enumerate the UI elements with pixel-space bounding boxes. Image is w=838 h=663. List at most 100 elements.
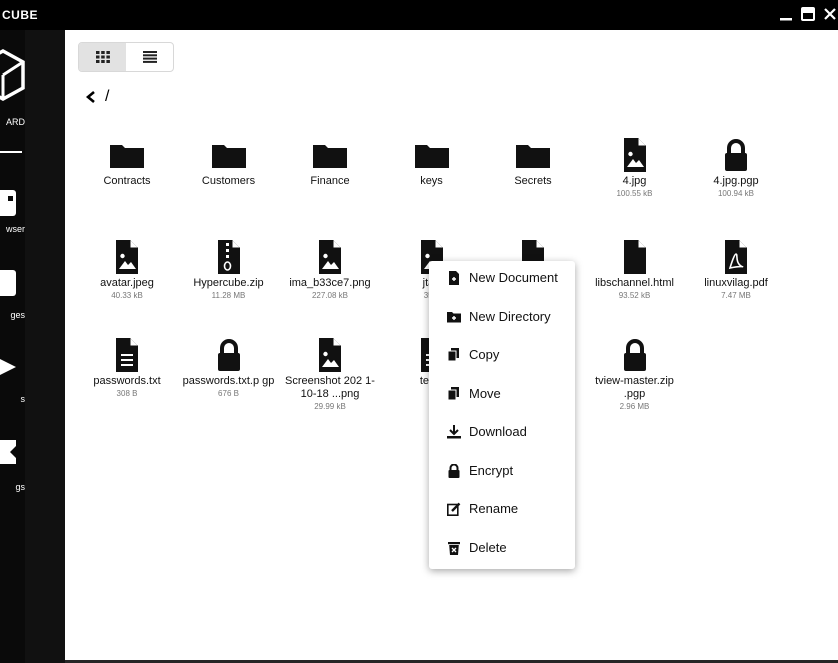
settings-icon [0, 440, 16, 464]
file-name: passwords.txt.p gp [182, 375, 275, 387]
menu-item-new-document[interactable]: New Document [429, 263, 575, 293]
menu-item-label: Rename [469, 501, 519, 516]
file-browser-panel: / Contracts Customers Finance keys Secrets 4.… [65, 30, 838, 660]
minimize-icon[interactable] [778, 5, 794, 23]
grid-view-icon [95, 51, 110, 63]
grid-view-button[interactable] [79, 43, 126, 71]
folder-item[interactable]: keys [382, 138, 482, 189]
download-icon [447, 425, 461, 439]
folder-icon [211, 145, 246, 168]
close-icon[interactable] [822, 5, 838, 23]
sidebar-item-label: ARD [5, 117, 25, 127]
menu-item-encrypt[interactable]: Encrypt [429, 456, 575, 486]
file-item[interactable]: libschannel.html 93.52 kB [585, 240, 685, 301]
file-name: 4.jpg [622, 175, 647, 187]
file-size: 11.28 MB [211, 291, 246, 300]
sidebar: ARD wser ges s gs [0, 30, 25, 663]
file-size: 100.55 kB [616, 189, 653, 198]
sidebar-item-label: ges [10, 310, 25, 320]
maximize-icon[interactable] [800, 5, 816, 23]
file-name: libschannel.html [595, 277, 674, 289]
image-file-icon [116, 240, 138, 274]
file-item[interactable]: linuxvilag.pdf 7.47 MB [686, 240, 786, 301]
folder-item[interactable]: Contracts [77, 138, 177, 189]
image-file-icon [623, 138, 646, 172]
file-size: 227.08 kB [311, 291, 349, 300]
file-item[interactable]: passwords.txt.p gp 676 B [179, 338, 279, 399]
menu-item-label: Delete [469, 540, 507, 555]
file-name: keys [420, 175, 443, 187]
lock-icon [217, 339, 240, 371]
file-item[interactable]: ima_b33ce7.png 227.08 kB [280, 240, 380, 301]
file-name: ima_b33ce7.png [289, 277, 371, 289]
view-toggle [78, 42, 174, 72]
menu-item-rename[interactable]: Rename [429, 494, 575, 524]
title-bar: CUBE [0, 0, 838, 30]
sidebar-divider [0, 151, 22, 153]
menu-item-label: Copy [469, 347, 500, 362]
file-item[interactable]: avatar.jpeg 40.33 kB [77, 240, 177, 301]
menu-item-delete[interactable]: Delete [429, 533, 575, 563]
file-item[interactable]: passwords.txt 308 B [77, 338, 177, 399]
lock-icon [725, 139, 747, 171]
file-item[interactable]: Hypercube.zip 11.28 MB [179, 240, 279, 301]
folder-icon [313, 145, 347, 168]
trash-icon [448, 542, 460, 555]
back-arrow-icon[interactable] [85, 90, 97, 104]
folder-item[interactable]: Customers [179, 138, 279, 189]
menu-item-label: New Directory [469, 309, 551, 324]
sidebar-item-label: wser [5, 224, 25, 234]
menu-item-label: Encrypt [469, 463, 514, 478]
file-size: 676 B [218, 389, 239, 398]
breadcrumb-path: / [105, 88, 110, 105]
menu-item-new-directory[interactable]: New Directory [429, 302, 575, 332]
lock-icon [623, 339, 646, 371]
menu-item-label: Move [469, 386, 501, 401]
file-name: Finance [310, 175, 350, 187]
folder-item[interactable]: Finance [280, 138, 380, 189]
menu-item-download[interactable]: Download [429, 417, 575, 447]
file-name: Hypercube.zip [193, 277, 264, 289]
folder-icon [516, 145, 550, 168]
menu-item-label: Download [469, 424, 527, 439]
sidebar-item-label: gs [15, 482, 25, 492]
menu-item-copy[interactable]: Copy [429, 340, 575, 370]
zip-file-icon [217, 240, 240, 274]
sidebar-item-settings[interactable]: gs [0, 438, 25, 493]
sidebar-gutter [25, 30, 65, 663]
file-item[interactable]: 4.jpg.pgp 100.94 kB [686, 138, 786, 199]
sidebar-item-dashboard[interactable]: ARD [0, 48, 25, 128]
pdf-file-icon [725, 240, 747, 274]
image-file-icon [319, 240, 341, 274]
menu-item-move[interactable]: Move [429, 379, 575, 409]
app-title: CUBE [2, 8, 39, 22]
file-item[interactable]: 4.jpg 100.55 kB [585, 138, 685, 199]
file-name: Screenshot 202 1-10-18 ...png [285, 375, 375, 400]
file-item[interactable]: Screenshot 202 1-10-18 ...png 29.99 kB [280, 338, 380, 412]
folder-item[interactable]: Secrets [483, 138, 583, 189]
file-name: Contracts [103, 175, 151, 187]
sidebar-item-browser[interactable]: wser [0, 188, 25, 238]
file-size: 2.96 MB [619, 402, 650, 411]
file-size: 100.94 kB [717, 189, 755, 198]
folder-icon [110, 145, 144, 168]
file-size: 7.47 MB [721, 291, 751, 300]
file-name: avatar.jpeg [100, 277, 154, 289]
file-item[interactable]: tview-master.zip .pgp 2.96 MB [585, 338, 685, 412]
list-view-button[interactable] [126, 43, 173, 71]
list-view-icon [142, 51, 157, 63]
file-name: tview-master.zip .pgp [595, 375, 674, 400]
sidebar-item-messages[interactable]: ges [0, 270, 25, 325]
messages-icon [0, 270, 16, 296]
move-icon [447, 387, 459, 401]
text-file-icon [116, 338, 138, 372]
menu-item-label: New Document [469, 270, 558, 285]
file-size: 40.33 kB [111, 291, 143, 300]
new-document-icon [449, 271, 459, 285]
browser-icon [0, 190, 16, 216]
file-name: 4.jpg.pgp [713, 175, 759, 187]
new-directory-icon [447, 312, 461, 323]
context-menu: New Document New Directory Copy Move Dow… [429, 261, 575, 569]
sidebar-item-secrets[interactable]: s [0, 354, 25, 404]
rename-icon [447, 502, 461, 516]
